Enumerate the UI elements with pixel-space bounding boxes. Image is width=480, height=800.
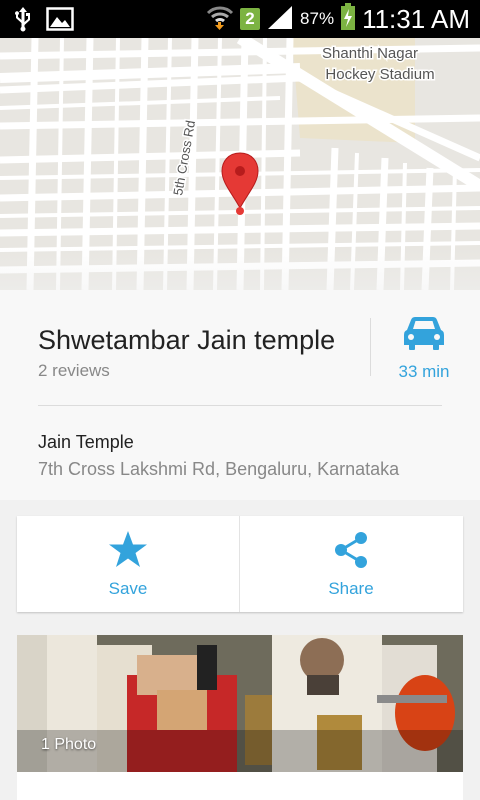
battery-charging-icon xyxy=(340,3,356,35)
photo-count: 1 Photo xyxy=(41,736,97,753)
battery-percent: 87% xyxy=(300,9,335,28)
map-label-stadium-line1: Shanthi Nagar xyxy=(322,45,418,62)
save-button[interactable]: Save xyxy=(17,516,239,612)
map-label-stadium-line2: Hockey Stadium xyxy=(325,66,434,83)
status-bar: 2 87% 11:31 AM xyxy=(0,0,480,38)
map-fade xyxy=(0,248,480,290)
drive-time[interactable]: 33 min xyxy=(384,362,464,382)
wifi-icon xyxy=(206,3,234,35)
photo-gallery[interactable]: 1 Photo xyxy=(17,635,463,772)
actions-card: Save Share xyxy=(17,516,463,612)
place-address[interactable]: 7th Cross Lakshmi Rd, Bengaluru, Karnata… xyxy=(38,459,399,480)
signal-icon xyxy=(266,4,294,34)
place-category: Jain Temple xyxy=(38,432,134,452)
place-title: Shwetambar Jain temple xyxy=(38,325,336,355)
reviews-link[interactable]: 2 reviews xyxy=(38,361,110,381)
share-label: Share xyxy=(328,579,374,598)
divider xyxy=(38,405,442,406)
clock: 11:31 AM xyxy=(362,3,470,34)
share-icon xyxy=(331,530,371,574)
star-icon xyxy=(108,530,148,574)
share-button[interactable]: Share xyxy=(240,516,462,612)
map-view[interactable]: Shanthi Nagar Hockey Stadium 5th Cross R… xyxy=(0,38,480,290)
car-icon[interactable] xyxy=(403,315,445,355)
content-card xyxy=(17,772,463,800)
sim-badge: 2 xyxy=(240,8,261,30)
divider xyxy=(370,318,371,376)
save-label: Save xyxy=(108,579,148,598)
gallery-icon xyxy=(46,7,74,35)
usb-icon xyxy=(14,6,32,36)
